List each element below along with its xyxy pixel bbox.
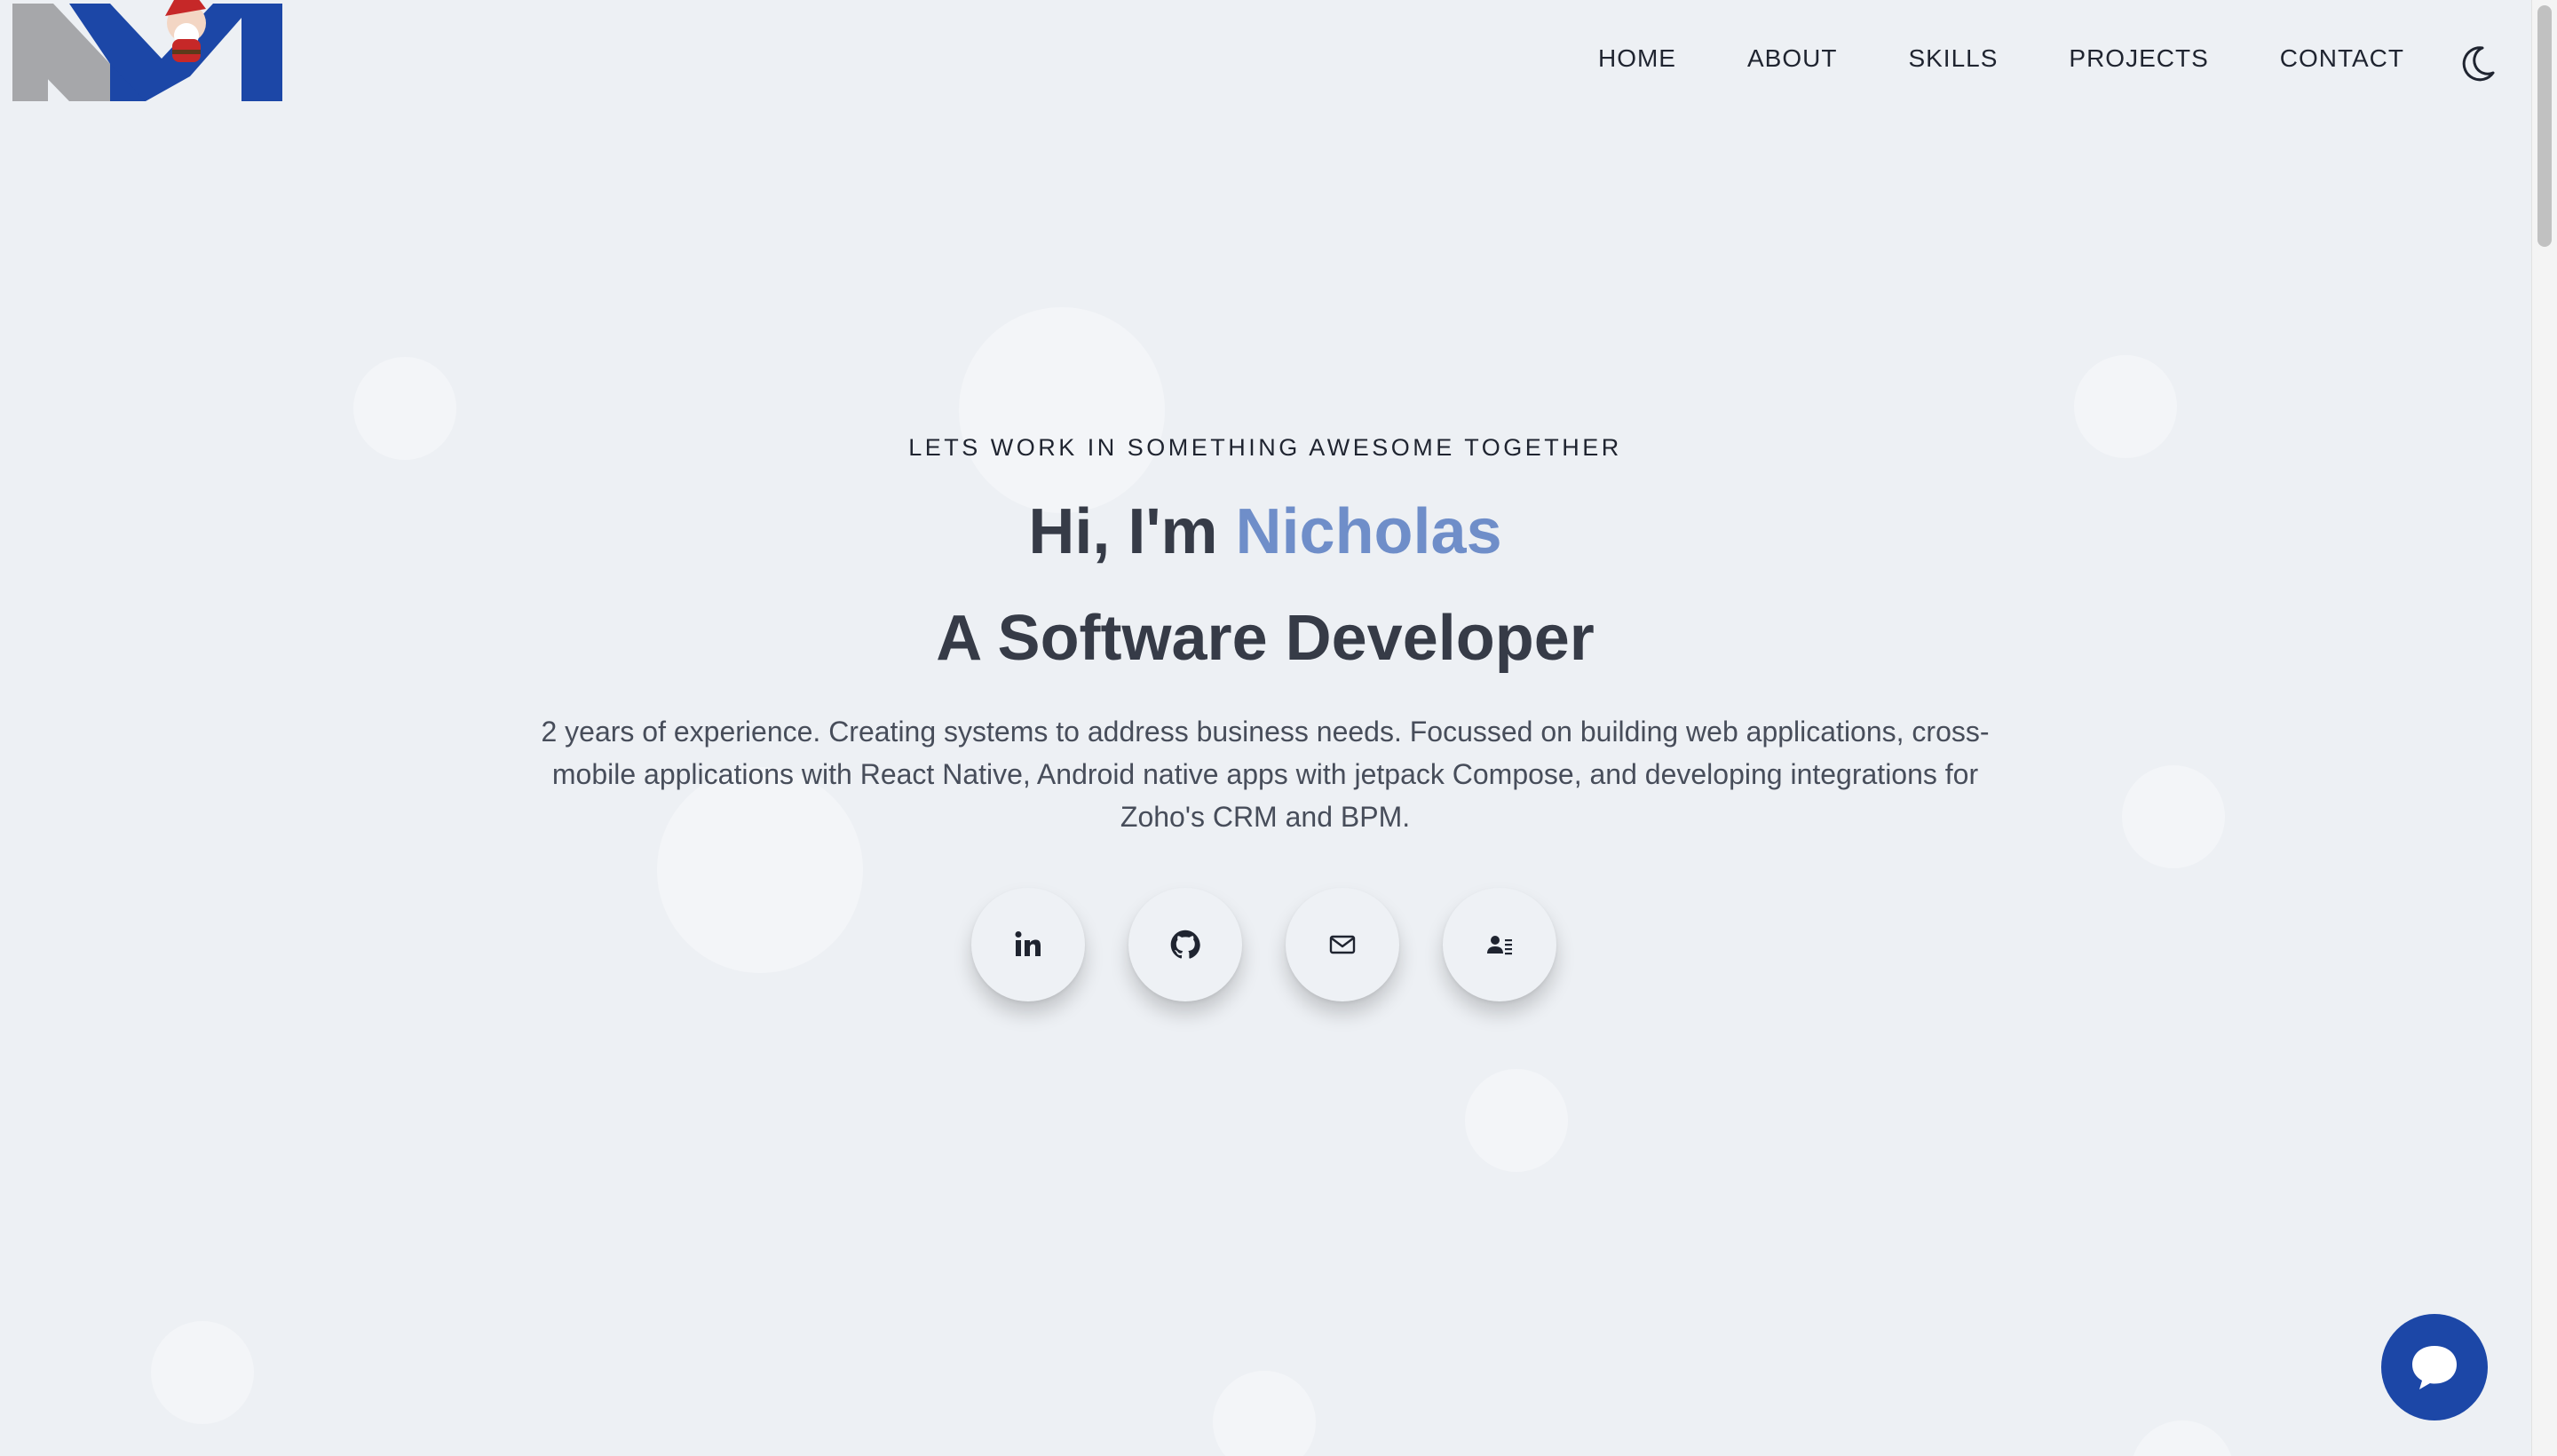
chat-button[interactable]: [2381, 1314, 2488, 1420]
background-bubble: [1465, 1069, 1568, 1172]
site-header: HOME ABOUT SKILLS PROJECTS CONTACT: [0, 0, 2530, 124]
contact-card-icon: [1487, 936, 1512, 955]
social-links: [971, 888, 1556, 1001]
hero-role: A Software Developer: [936, 603, 1595, 674]
hero-name: Nicholas: [1235, 496, 1502, 567]
page: HOME ABOUT SKILLS PROJECTS CONTACT LETS …: [0, 0, 2557, 1456]
email-button[interactable]: [1286, 888, 1399, 1001]
scrollbar-thumb[interactable]: [2537, 5, 2552, 247]
background-bubble: [1213, 1371, 1316, 1456]
github-button[interactable]: [1128, 888, 1242, 1001]
main-nav: HOME ABOUT SKILLS PROJECTS CONTACT: [1527, 44, 2404, 73]
logo[interactable]: [12, 0, 282, 103]
nav-home[interactable]: HOME: [1598, 44, 1676, 73]
mail-icon: [1329, 935, 1356, 954]
hero-description: 2 years of experience. Creating systems …: [541, 716, 1990, 833]
github-icon: [1170, 930, 1200, 959]
hero-section: LETS WORK IN SOMETHING AWESOME TOGETHER …: [0, 408, 2530, 838]
scrollbar[interactable]: [2531, 0, 2557, 1456]
hero-tagline: LETS WORK IN SOMETHING AWESOME TOGETHER: [908, 434, 1622, 461]
contact-card-button[interactable]: [1443, 888, 1556, 1001]
nav-skills[interactable]: SKILLS: [1908, 44, 1998, 73]
greeting-prefix: Hi, I'm: [1028, 496, 1236, 567]
moon-icon: [2462, 46, 2495, 82]
background-bubble: [151, 1321, 254, 1424]
linkedin-icon: [1015, 931, 1041, 956]
background-bubble: [2131, 1420, 2234, 1456]
theme-toggle-button[interactable]: [2456, 43, 2498, 85]
nav-projects[interactable]: PROJECTS: [2069, 44, 2208, 73]
chat-bubble-icon: [2412, 1346, 2457, 1389]
nav-contact[interactable]: CONTACT: [2280, 44, 2404, 73]
nav-about[interactable]: ABOUT: [1747, 44, 1837, 73]
linkedin-button[interactable]: [971, 888, 1085, 1001]
hero-greeting: Hi, I'm Nicholas: [0, 492, 2530, 572]
